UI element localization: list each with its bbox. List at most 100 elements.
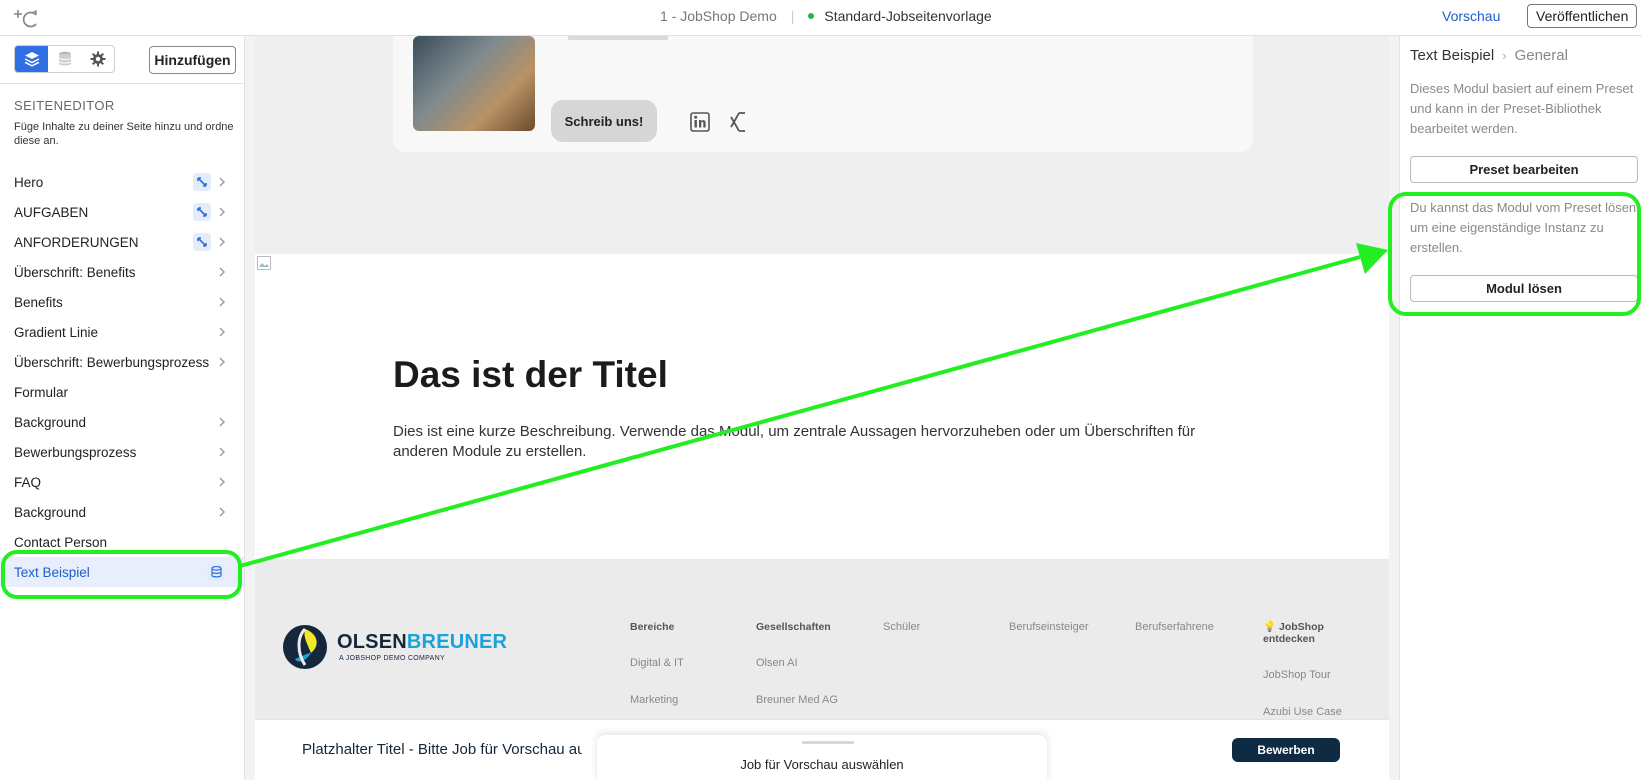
module-item-ueberschrift-bewerbungsprozess[interactable]: Überschrift: Bewerbungsprozess [0,347,244,377]
preview-link[interactable]: Vorschau [1442,8,1500,24]
project-info: 1 - JobShop Demo | Standard-Jobseitenvor… [660,8,992,24]
module-label: Bewerbungsprozess [14,444,137,460]
page-editor-sidebar: Hinzufügen SEITENEDITOR Füge Inhalte zu … [0,36,245,780]
write-us-button[interactable]: Schreib uns! [551,100,657,142]
footer-column-berufseinsteiger: Berufseinsteiger [1009,621,1089,657]
module-item-aufgaben[interactable]: AUFGABEN [0,197,244,227]
footer-column-gesellschaften: Gesellschaften Olsen AI Breuner Med AG [756,621,838,731]
module-item-background-2[interactable]: Background [0,497,244,527]
module-label: FAQ [14,474,42,490]
footer-link[interactable]: Digital & IT [630,657,684,694]
presets-tab[interactable] [48,46,81,72]
add-module-button[interactable]: Hinzufügen [149,46,236,74]
footer-column-berufserfahrene: Berufserfahrene [1135,621,1214,657]
detach-module-button[interactable]: Modul lösen [1410,275,1638,302]
chevron-right-icon[interactable] [216,325,228,339]
brand-part-olsen: OLSEN [337,631,407,653]
module-item-gradient-linie[interactable]: Gradient Linie [0,317,244,347]
module-item-benefits[interactable]: Benefits [0,287,244,317]
footer-column-heading: 💡 JobShop entdecken [1263,621,1324,645]
template-name[interactable]: Standard-Jobseitenvorlage [824,8,991,24]
edit-preset-button[interactable]: Preset bearbeiten [1410,156,1638,183]
footer-link[interactable]: Olsen AI [756,657,838,694]
module-label: ANFORDERUNGEN [14,234,139,250]
contact-person-card[interactable]: Schreib uns! [393,36,1253,152]
layers-tab[interactable] [15,46,48,72]
linked-module-icon[interactable] [193,233,211,251]
publish-button[interactable]: Veröffentlichen [1527,4,1638,28]
broken-image-icon [257,256,271,270]
module-list: Hero AUFGABEN ANFORDERUNGEN Überschrift:… [0,167,244,587]
module-settings-panel: Text Beispiel › General Dieses Modul bas… [1399,36,1642,780]
chevron-right-icon[interactable] [216,415,228,429]
module-item-hero[interactable]: Hero [0,167,244,197]
chevron-right-icon[interactable] [216,355,228,369]
module-label: Background [14,414,87,430]
module-title[interactable]: Das ist der Titel [393,354,668,396]
module-label: Background [14,504,87,520]
module-label: Überschrift: Bewerbungsprozess [14,354,210,370]
gear-icon [90,51,105,67]
sidebar-section-description: Füge Inhalte zu deiner Seite hinzu und o… [14,121,234,147]
module-item-background[interactable]: Background [0,407,244,437]
chevron-right-icon[interactable] [216,235,228,249]
module-label: Text Beispiel [14,564,90,580]
module-label: Gradient Linie [14,324,99,340]
olsen-breuner-logo-icon [283,625,327,669]
module-item-formular[interactable]: Formular [0,377,244,407]
linked-module-icon[interactable] [193,203,211,221]
breadcrumb-module[interactable]: Text Beispiel [1410,47,1494,64]
app-logo-icon[interactable] [14,7,40,29]
layers-icon [24,52,39,67]
module-description[interactable]: Dies ist eine kurze Beschreibung. Verwen… [393,422,1233,462]
linkedin-icon[interactable] [690,112,710,132]
footer-column-schueler: Schüler [883,621,920,657]
module-label: Contact Person [14,534,108,550]
sticky-apply-bar: Platzhalter Titel - Bitte Job für Vorsch… [255,719,1389,780]
text-beispiel-module[interactable]: Das ist der Titel Dies ist eine kurze Be… [255,254,1389,559]
module-label: AUFGABEN [14,204,89,220]
job-preview-selector[interactable]: Job für Vorschau auswählen [597,735,1047,780]
preset-database-icon[interactable] [207,563,225,581]
footer-column-heading[interactable]: Berufseinsteiger [1009,621,1089,633]
chevron-right-icon[interactable] [216,475,228,489]
sidebar-section-title: SEITENEDITOR [14,98,115,113]
footer-link[interactable]: JobShop Tour [1263,669,1353,706]
xing-icon[interactable] [729,112,747,132]
chevron-right-icon[interactable] [216,205,228,219]
drag-handle[interactable] [802,741,854,744]
module-label: Überschrift: Benefits [14,264,136,280]
chevron-right-icon[interactable] [216,295,228,309]
settings-tab[interactable] [81,46,114,72]
module-item-text-beispiel[interactable]: Text Beispiel [0,557,244,587]
module-label: Formular [14,384,69,400]
module-item-faq[interactable]: FAQ [0,467,244,497]
brand-part-breuner: BREUNER [406,631,508,653]
page-footer: OLSENBREUNER A JOBSHOP DEMO COMPANY Bere… [255,559,1389,719]
project-name[interactable]: 1 - JobShop Demo [660,8,777,24]
job-preview-selector-label: Job für Vorschau auswählen [740,757,904,772]
status-dot-icon [808,13,815,19]
preset-info-text: Dieses Modul basiert auf einem Preset un… [1410,81,1634,136]
footer-column-heading[interactable]: Schüler [883,621,920,633]
footer-column-heading[interactable]: Berufserfahrene [1135,621,1214,633]
module-item-bewerbungsprozess[interactable]: Bewerbungsprozess [0,437,244,467]
breadcrumb-separator-icon: › [1502,48,1507,63]
apply-button[interactable]: Bewerben [1232,738,1340,762]
chevron-right-icon[interactable] [216,175,228,189]
project-separator: | [790,8,795,24]
contact-detail-cut-off [568,36,668,40]
linked-module-icon[interactable] [193,173,211,191]
chevron-right-icon[interactable] [216,265,228,279]
chevron-right-icon[interactable] [216,505,228,519]
chevron-right-icon[interactable] [216,445,228,459]
top-bar: 1 - JobShop Demo | Standard-Jobseitenvor… [0,0,1642,36]
footer-column-heading: Gesellschaften [756,621,831,633]
module-label: Hero [14,174,44,190]
sidebar-divider [0,83,244,84]
page-preview-canvas: Schreib uns! Das ist der Titel Dies ist … [255,36,1389,780]
module-item-contact-person[interactable]: Contact Person [0,527,244,557]
module-item-anforderungen[interactable]: ANFORDERUNGEN [0,227,244,257]
detach-info-text: Du kannst das Modul vom Preset lösen, um… [1410,200,1640,255]
module-item-ueberschrift-benefits[interactable]: Überschrift: Benefits [0,257,244,287]
